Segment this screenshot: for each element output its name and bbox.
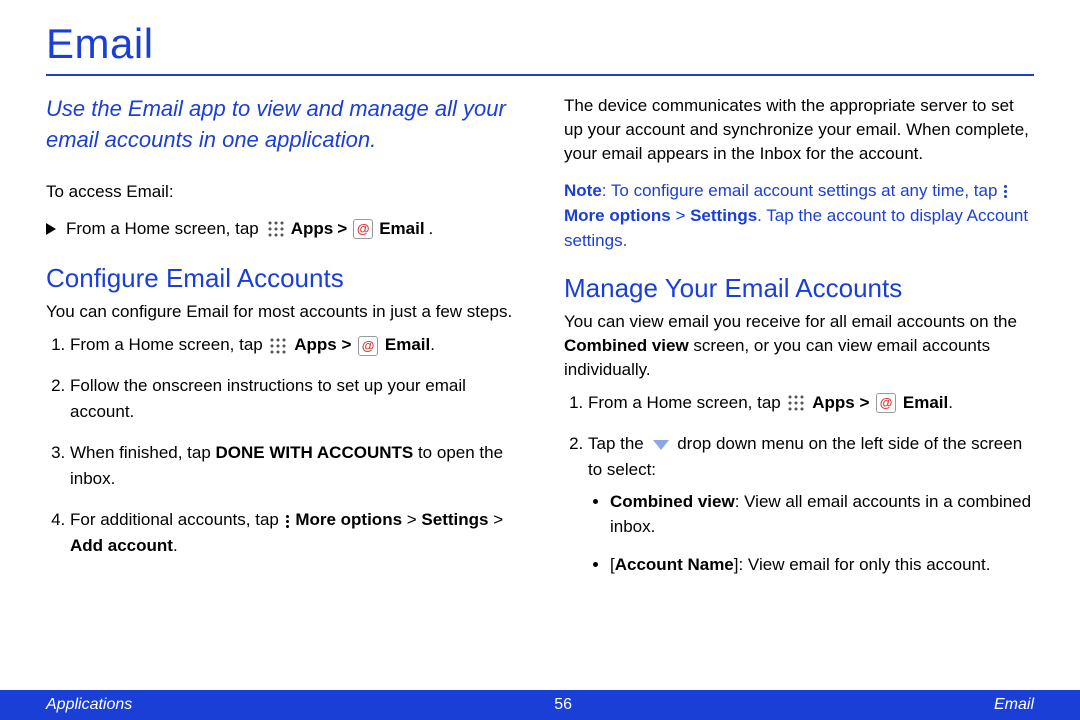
cfg-s1-pre: From a Home screen, tap (70, 335, 263, 354)
mg-b2-bold: Account Name (615, 555, 734, 574)
note-pre: : To configure email account settings at… (602, 181, 1002, 200)
configure-step-4: For additional accounts, tap More option… (70, 507, 516, 558)
cfg-s3-pre: When finished, tap (70, 443, 216, 462)
note-block: Note: To configure email account setting… (564, 179, 1034, 253)
email-label-2: Email (385, 335, 430, 354)
manage-steps: From a Home screen, tap Apps > Email. Ta… (564, 390, 1034, 578)
period-1: . (429, 217, 434, 241)
mg-s1-pre: From a Home screen, tap (588, 393, 781, 412)
cfg-s3-bold: DONE WITH ACCOUNTS (216, 443, 414, 462)
configure-step-2: Follow the onscreen instructions to set … (70, 373, 516, 424)
manage-lead-pre: You can view email you receive for all e… (564, 312, 1017, 331)
title-rule (46, 74, 1034, 76)
configure-heading: Configure Email Accounts (46, 263, 516, 294)
gt-3: > (859, 393, 869, 412)
period-2: . (430, 335, 435, 354)
manage-heading: Manage Your Email Accounts (564, 273, 1034, 304)
cfg-s4-m1: > (402, 510, 421, 529)
email-label-3: Email (903, 393, 948, 412)
manage-sublist: Combined view: View all email accounts i… (588, 490, 1034, 578)
intro-text: Use the Email app to view and manage all… (46, 94, 516, 156)
footer-right: Email (994, 696, 1034, 714)
apps-grid-icon (269, 337, 287, 355)
mg-b2-post: ]: View email for only this account. (734, 555, 991, 574)
email-app-icon (876, 393, 896, 413)
page-footer: Applications 56 Email (0, 690, 1080, 720)
more-options-icon (1004, 185, 1007, 198)
configure-steps: From a Home screen, tap Apps > Email. Fo… (46, 332, 516, 559)
apps-grid-icon (787, 394, 805, 412)
mg-s2-pre: Tap the (588, 434, 649, 453)
apps-grid-icon (267, 220, 285, 238)
email-app-icon (353, 219, 373, 239)
period-3: . (948, 393, 953, 412)
configure-step-1: From a Home screen, tap Apps > Email. (70, 332, 516, 358)
manage-step-1: From a Home screen, tap Apps > Email. (588, 390, 1034, 416)
cfg-s4-b1: More options (295, 510, 402, 529)
cfg-s4-post: . (173, 536, 178, 555)
cfg-s4-pre: For additional accounts, tap (70, 510, 284, 529)
access-step: From a Home screen, tap Apps > Email. (46, 217, 516, 241)
more-options-icon (286, 515, 289, 528)
manage-bullet-2: [Account Name]: View email for only this… (610, 553, 1034, 578)
footer-left: Applications (46, 696, 132, 714)
cfg-s4-b2: Settings (421, 510, 488, 529)
dropdown-icon (653, 440, 669, 450)
note-b2: Settings (690, 206, 757, 225)
mg-b1-bold: Combined view (610, 492, 735, 511)
right-p1: The device communicates with the appropr… (564, 94, 1034, 165)
note-b1: More options (564, 206, 671, 225)
left-column: Use the Email app to view and manage all… (46, 94, 516, 594)
right-column: The device communicates with the appropr… (564, 94, 1034, 594)
apps-label-2: Apps (294, 335, 337, 354)
page-title: Email (46, 20, 1034, 68)
note-label: Note (564, 181, 602, 200)
configure-step-3: When finished, tap DONE WITH ACCOUNTS to… (70, 440, 516, 491)
email-label-1: Email (379, 217, 424, 241)
play-bullet-icon (46, 223, 56, 235)
gt-1: > (337, 217, 347, 241)
cfg-s4-b3: Add account (70, 536, 173, 555)
manage-lead: You can view email you receive for all e… (564, 310, 1034, 381)
gt-2: > (341, 335, 351, 354)
manage-lead-bold: Combined view (564, 336, 689, 355)
cfg-s4-m2: > (488, 510, 503, 529)
email-app-icon (358, 336, 378, 356)
configure-lead: You can configure Email for most account… (46, 300, 516, 324)
access-label: To access Email: (46, 180, 516, 204)
footer-page-number: 56 (554, 696, 572, 714)
apps-label: Apps (291, 217, 334, 241)
note-mid: > (671, 206, 690, 225)
apps-label-3: Apps (812, 393, 855, 412)
access-step-pre: From a Home screen, tap (66, 217, 259, 241)
manage-bullet-1: Combined view: View all email accounts i… (610, 490, 1034, 539)
manage-step-2: Tap the drop down menu on the left side … (588, 431, 1034, 578)
